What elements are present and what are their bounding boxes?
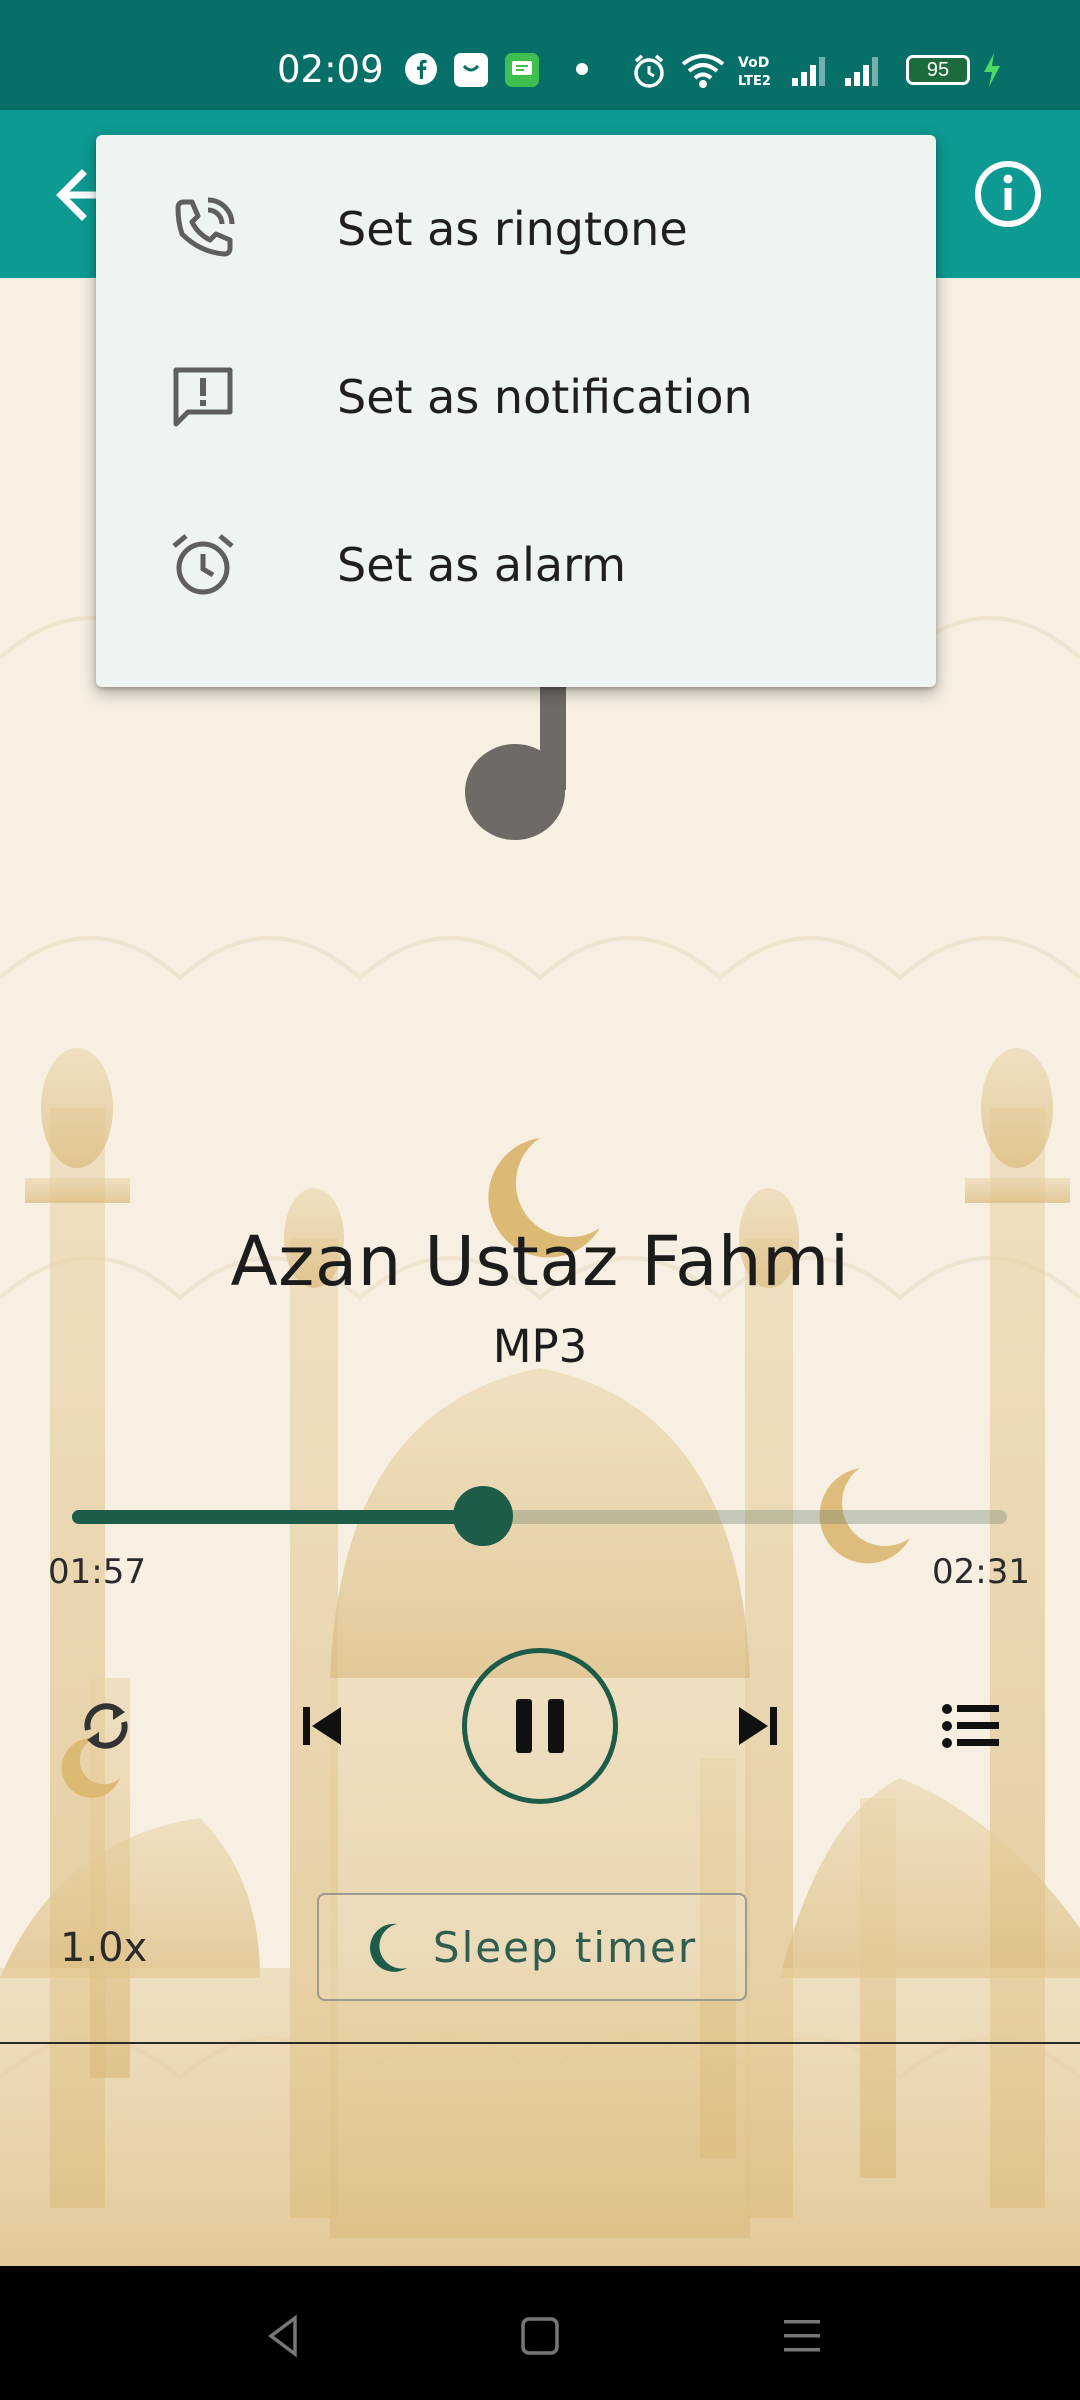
shopping-bag-icon — [454, 53, 488, 87]
repeat-button[interactable] — [70, 1690, 142, 1762]
menu-item-alarm[interactable]: Set as alarm — [96, 481, 936, 649]
nav-home-icon[interactable] — [510, 2306, 570, 2366]
nav-back-icon[interactable] — [255, 2306, 315, 2366]
wifi-icon — [681, 54, 725, 88]
previous-button[interactable] — [286, 1690, 358, 1762]
divider — [0, 2042, 1080, 2044]
nav-menu-icon[interactable] — [772, 2306, 832, 2366]
playback-speed[interactable]: 1.0x — [60, 1925, 147, 1971]
seek-thumb[interactable] — [453, 1486, 514, 1546]
signal-icon — [792, 57, 825, 86]
svg-text:LTE2: LTE2 — [738, 74, 771, 88]
menu-label-notification: Set as notification — [337, 370, 753, 424]
skip-previous-icon — [303, 1707, 341, 1745]
navigation-bar — [0, 2266, 1080, 2400]
notification-alert-icon — [173, 367, 233, 427]
charging-icon — [984, 53, 1000, 87]
messages-icon — [505, 53, 539, 87]
seek-bar[interactable] — [72, 1486, 1007, 1546]
info-circle-icon[interactable] — [972, 158, 1044, 230]
sleep-timer-button[interactable]: Sleep timer — [317, 1893, 747, 2001]
playlist-button[interactable] — [935, 1690, 1007, 1762]
signal-icon — [845, 57, 878, 86]
total-time: 02:31 — [932, 1552, 1030, 1592]
track-format: MP3 — [492, 1320, 588, 1373]
next-button[interactable] — [722, 1690, 794, 1762]
seek-progress — [72, 1510, 484, 1524]
status-time: 02:09 — [277, 48, 384, 91]
alarm-icon — [634, 54, 664, 88]
phone-ringtone-icon — [175, 197, 235, 257]
menu-item-notification[interactable]: Set as notification — [96, 313, 936, 481]
current-time: 01:57 — [48, 1552, 146, 1592]
sleep-timer-label: Sleep timer — [432, 1922, 698, 1972]
status-bar: 02:09 VoD LTE2 95 — [0, 0, 1080, 110]
dot-icon — [576, 63, 588, 75]
menu-label-alarm: Set as alarm — [337, 538, 627, 592]
music-note-icon — [465, 685, 566, 840]
set-as-popup-menu: Set as ringtone Set as notification Set … — [96, 135, 936, 687]
battery-level: 95 — [926, 59, 950, 81]
repeat-icon — [84, 1703, 128, 1749]
skip-next-icon — [739, 1707, 777, 1745]
volte-icon: VoD LTE2 — [738, 55, 771, 88]
playlist-icon — [942, 1704, 999, 1748]
menu-item-ringtone[interactable]: Set as ringtone — [96, 145, 936, 313]
battery-icon: 95 — [906, 55, 970, 85]
menu-label-ringtone: Set as ringtone — [337, 202, 688, 256]
play-pause-button[interactable] — [462, 1648, 618, 1804]
pause-icon — [516, 1699, 564, 1753]
facebook-icon — [405, 53, 437, 85]
svg-text:VoD: VoD — [738, 55, 769, 71]
moon-icon — [369, 1923, 407, 1972]
track-title: Azan Ustaz Fahmi — [230, 1222, 850, 1302]
alarm-clock-icon — [172, 534, 234, 595]
